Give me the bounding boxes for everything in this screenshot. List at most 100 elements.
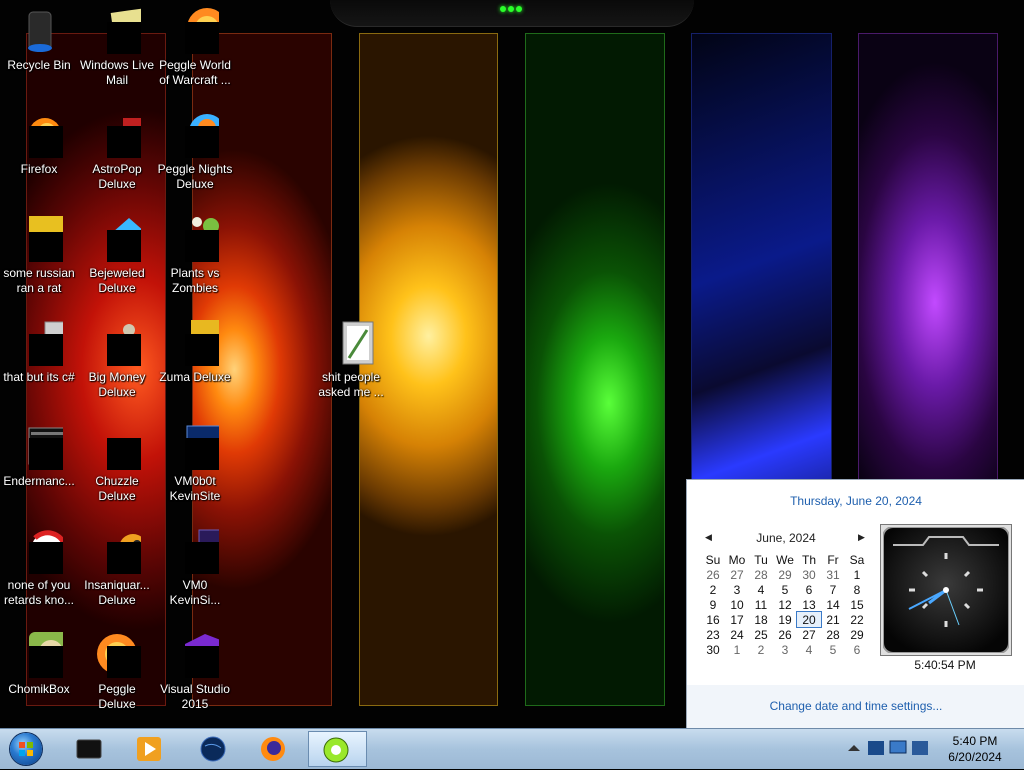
desktop-icon-bejeweled[interactable]: Bejeweled Deluxe bbox=[79, 216, 155, 296]
calendar-prev-month-button[interactable]: ◀ bbox=[705, 532, 712, 543]
calendar-next-month-button[interactable]: ▶ bbox=[858, 532, 865, 543]
change-date-time-settings-link[interactable]: Change date and time settings... bbox=[687, 699, 1024, 713]
calendar-day[interactable]: 3 bbox=[773, 642, 797, 657]
network-icon[interactable] bbox=[888, 737, 908, 759]
taskbar-clock-date[interactable]: 6/20/2024 bbox=[946, 750, 1004, 764]
calendar-day[interactable]: 10 bbox=[725, 597, 749, 612]
desktop-icon-label: Insaniquar... Deluxe bbox=[84, 578, 150, 607]
clock-face-icon bbox=[883, 527, 1009, 653]
desktop-icon-peggle-nights[interactable]: Peggle Nights Deluxe bbox=[157, 112, 233, 192]
calendar-day[interactable]: 25 bbox=[749, 627, 773, 642]
calendar-day[interactable]: 22 bbox=[845, 612, 869, 627]
desktop-icon-zuma[interactable]: Zuma Deluxe bbox=[157, 320, 233, 385]
calendar-day[interactable]: 27 bbox=[797, 627, 821, 642]
calendar-day[interactable]: 9 bbox=[701, 597, 725, 612]
desktop-icon-astropop[interactable]: AstroPop Deluxe bbox=[79, 112, 155, 192]
calendar-day[interactable]: 29 bbox=[773, 567, 797, 582]
weekday-label: Sa bbox=[849, 552, 865, 567]
taskbar-app-globe[interactable] bbox=[186, 731, 238, 767]
peggle-deluxe-icon bbox=[93, 632, 141, 680]
calendar-day-today[interactable]: 20 bbox=[796, 611, 822, 628]
calendar-day[interactable]: 6 bbox=[797, 582, 821, 597]
calendar-day[interactable]: 24 bbox=[725, 627, 749, 642]
desktop-icon-label: Big Money Deluxe bbox=[88, 370, 146, 399]
calendar-month-label[interactable]: June, 2024 bbox=[727, 531, 845, 545]
calendar-day[interactable]: 27 bbox=[725, 567, 749, 582]
calendar-day[interactable]: 28 bbox=[821, 627, 845, 642]
calendar-day[interactable]: 30 bbox=[797, 567, 821, 582]
desktop-icon-chomikbox[interactable]: ChomikBox bbox=[1, 632, 77, 697]
calendar-day[interactable]: 12 bbox=[773, 597, 797, 612]
calendar-day[interactable]: 29 bbox=[845, 627, 869, 642]
calendar-day[interactable]: 15 bbox=[845, 597, 869, 612]
calendar-day[interactable]: 1 bbox=[845, 567, 869, 582]
desktop-icon-folder[interactable]: shit people asked me ... bbox=[313, 320, 389, 400]
desktop-icon-visual-studio[interactable]: Visual Studio 2015 bbox=[157, 632, 233, 712]
show-hidden-icons-button[interactable] bbox=[844, 737, 864, 759]
bejeweled-icon bbox=[93, 216, 145, 264]
desktop-icon-none-of-you[interactable]: none of you retards kno... bbox=[1, 528, 77, 608]
desktop-icon-that-but-its-c[interactable]: that but its c# bbox=[1, 320, 77, 385]
shortcut-icon bbox=[171, 424, 232, 472]
desktop-icon-recycle-bin[interactable]: Recycle Bin bbox=[1, 8, 77, 73]
tray-app-icon[interactable] bbox=[866, 737, 886, 759]
desktop-icon-windows-live-mail[interactable]: Windows Live Mail bbox=[79, 7, 156, 88]
calendar-day[interactable]: 7 bbox=[821, 582, 845, 597]
calendar-day[interactable]: 28 bbox=[749, 567, 773, 582]
peggle-icon bbox=[171, 8, 227, 56]
calendar-date-header[interactable]: Thursday, June 20, 2024 bbox=[687, 494, 1024, 508]
calendar-weekday-row: Su Mo Tu We Th Fr Sa bbox=[701, 552, 869, 567]
desktop-icon-some-russian[interactable]: e some russian ran a rat bbox=[1, 216, 77, 296]
calendar-week-row: 9 10 11 12 13 14 15 bbox=[701, 597, 869, 612]
calendar-day[interactable]: 19 bbox=[773, 612, 797, 627]
green-orb-icon bbox=[323, 737, 349, 763]
calendar-day[interactable]: 31 bbox=[821, 567, 845, 582]
calendar-day[interactable]: 23 bbox=[701, 627, 725, 642]
calendar-day[interactable]: 11 bbox=[749, 597, 773, 612]
desktop-icon-plants-vs-zombies[interactable]: Plants vs Zombies bbox=[157, 216, 233, 296]
desktop-icon-peggle-deluxe[interactable]: Peggle Deluxe bbox=[79, 632, 155, 712]
calendar-day[interactable]: 3 bbox=[725, 582, 749, 597]
calendar-day[interactable]: 6 bbox=[845, 642, 869, 657]
volume-icon[interactable] bbox=[910, 737, 930, 759]
calendar-day[interactable]: 14 bbox=[821, 597, 845, 612]
desktop-icon-chuzzle[interactable]: Chuzzle Deluxe bbox=[79, 424, 155, 504]
calendar-day[interactable]: 18 bbox=[749, 612, 773, 627]
desktop-icon-vm0b0t-kevinsite[interactable]: VM0b0t KevinSite bbox=[157, 424, 233, 504]
calendar-day[interactable]: 26 bbox=[773, 627, 797, 642]
calendar-day[interactable]: 1 bbox=[725, 642, 749, 657]
taskbar-app-active[interactable] bbox=[308, 731, 367, 767]
calendar-day[interactable]: 4 bbox=[749, 582, 773, 597]
calendar-day[interactable]: 17 bbox=[725, 612, 749, 627]
start-button[interactable] bbox=[4, 730, 48, 768]
desktop-icon-label: none of you retards kno... bbox=[3, 578, 75, 607]
taskbar-app-media-player[interactable] bbox=[122, 731, 174, 767]
taskbar-clock-time[interactable]: 5:40 PM bbox=[950, 734, 1000, 748]
desktop-icon-peggle-wow[interactable]: Peggle World of Warcraft ... bbox=[157, 8, 233, 88]
calendar-day[interactable]: 4 bbox=[797, 642, 821, 657]
calendar-day[interactable]: 21 bbox=[821, 612, 845, 627]
calendar-day[interactable]: 5 bbox=[773, 582, 797, 597]
desktop-icon-vm0-kevinsite[interactable]: VM0 KevinSi... bbox=[157, 528, 233, 608]
visual-studio-icon bbox=[171, 632, 231, 680]
calendar-day[interactable]: 5 bbox=[821, 642, 845, 657]
calendar-day[interactable]: 2 bbox=[749, 642, 773, 657]
desktop-icon-insaniquarium[interactable]: Insaniquar... Deluxe bbox=[79, 528, 155, 608]
desktop-icon-big-money[interactable]: Big Money Deluxe bbox=[79, 320, 155, 400]
calendar-day[interactable]: 13 bbox=[797, 597, 821, 612]
weekday-label: We bbox=[776, 552, 794, 567]
file-icon bbox=[15, 528, 68, 576]
plants-vs-zombies-icon bbox=[171, 216, 219, 264]
calendar-day[interactable]: 26 bbox=[701, 567, 725, 582]
calendar-day[interactable]: 2 bbox=[701, 582, 725, 597]
calendar-day[interactable]: 8 bbox=[845, 582, 869, 597]
astropop-icon bbox=[93, 112, 149, 160]
taskbar-app-media-center[interactable] bbox=[62, 731, 114, 767]
desktop-icon-endermanch[interactable]: Endermanc... bbox=[1, 424, 78, 489]
calendar-day[interactable]: 16 bbox=[701, 612, 725, 627]
taskbar-app-firefox[interactable] bbox=[246, 731, 298, 767]
desktop-icon-label: Visual Studio 2015 bbox=[160, 682, 230, 711]
calendar-day[interactable]: 30 bbox=[701, 642, 725, 657]
weekday-label: Mo bbox=[728, 552, 746, 567]
desktop-icon-firefox[interactable]: Firefox bbox=[1, 112, 77, 177]
